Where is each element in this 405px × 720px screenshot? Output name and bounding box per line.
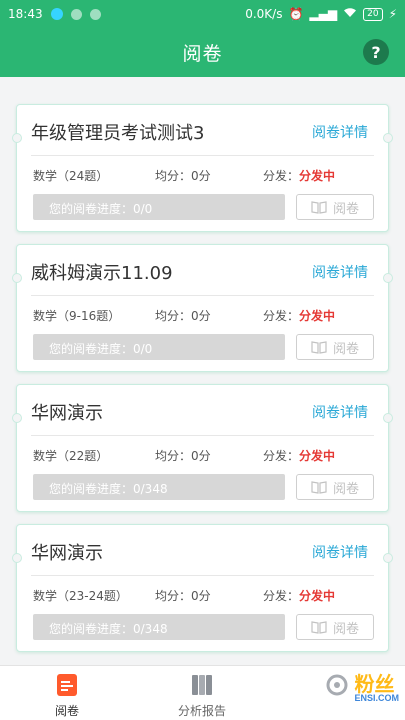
card-divider <box>31 295 374 296</box>
exam-title: 年级管理员考试测试3 <box>31 123 205 144</box>
notification-icon <box>70 8 82 20</box>
status-time: 18:43 <box>8 7 43 21</box>
wifi-icon <box>343 7 357 21</box>
exam-title: 华网演示 <box>31 403 103 424</box>
exam-subject: 数学（22题） <box>33 449 109 463</box>
review-progress-bar: 您的阅卷进度：0/348 <box>33 474 285 500</box>
card-divider <box>31 155 374 156</box>
notification-icon-2 <box>89 8 101 20</box>
exam-card: 威科姆演示11.09 阅卷详情 数学（9-16题） 均分：0分 分发：分发中 您… <box>12 244 393 372</box>
nav-label-review: 阅卷 <box>54 704 79 718</box>
battery-icon: 20 <box>363 7 383 21</box>
review-button-label: 阅卷 <box>332 621 359 637</box>
distribute-label: 分发： <box>263 309 300 323</box>
review-progress-text: 您的阅卷进度：0/348 <box>49 482 168 496</box>
distribute-state: 分发中 <box>299 589 336 603</box>
exam-detail-link[interactable]: 阅卷详情 <box>312 542 368 562</box>
review-button-label: 阅卷 <box>332 341 359 357</box>
exam-card: 华网演示 阅卷详情 数学（23-24题） 均分：0分 分发：分发中 您的阅卷进度… <box>12 524 393 652</box>
review-button-label: 阅卷 <box>332 481 359 497</box>
charging-icon: ⚡ <box>388 7 397 21</box>
exam-title: 华网演示 <box>31 543 103 564</box>
card-divider <box>31 575 374 576</box>
bottom-nav: 阅卷 分析报告 <box>0 665 405 720</box>
review-icon <box>22 670 112 700</box>
watermark-logo: 粉丝 ENSI.COM <box>354 668 399 703</box>
exam-detail-link[interactable]: 阅卷详情 <box>312 262 368 282</box>
distribute-label: 分发： <box>263 449 300 463</box>
book-icon <box>311 481 327 494</box>
exam-average: 均分：0分 <box>155 589 211 603</box>
exam-card: 年级管理员考试测试3 阅卷详情 数学（24题） 均分：0分 分发：分发中 您的阅… <box>12 104 393 232</box>
exam-card: 华网演示 阅卷详情 数学（22题） 均分：0分 分发：分发中 您的阅卷进度：0/… <box>12 384 393 512</box>
exam-distribute: 分发：分发中 <box>263 307 335 324</box>
review-button[interactable]: 阅卷 <box>296 614 374 640</box>
qq-notification-icon <box>50 8 63 20</box>
review-button-label: 阅卷 <box>332 201 359 217</box>
distribute-state: 分发中 <box>299 309 336 323</box>
distribute-label: 分发： <box>263 589 300 603</box>
status-left: 18:43 <box>8 7 101 21</box>
distribute-state: 分发中 <box>299 449 336 463</box>
nav-item-report[interactable]: 分析报告 <box>157 670 247 719</box>
watermark-sub: ENSI.COM <box>354 693 399 703</box>
exam-list[interactable]: 年级管理员考试测试3 阅卷详情 数学（24题） 均分：0分 分发：分发中 您的阅… <box>0 77 405 665</box>
exam-subject: 数学（24题） <box>33 169 109 183</box>
review-progress-bar: 您的阅卷进度：0/0 <box>33 194 285 220</box>
review-button[interactable]: 阅卷 <box>296 194 374 220</box>
book-icon <box>311 341 327 354</box>
exam-subject: 数学（9-16题） <box>33 309 121 323</box>
exam-subject: 数学（23-24题） <box>33 589 128 603</box>
nav-label-report: 分析报告 <box>177 704 226 718</box>
exam-distribute: 分发：分发中 <box>263 447 335 464</box>
exam-detail-link[interactable]: 阅卷详情 <box>312 122 368 142</box>
book-icon <box>311 201 327 214</box>
distribute-label: 分发： <box>263 169 300 183</box>
signal-icon: ▂▄▆ <box>309 7 338 21</box>
status-right: 0.0K/s ⏰ ▂▄▆ 20 ⚡ <box>245 7 397 21</box>
help-button[interactable]: ? <box>363 39 389 65</box>
review-progress-bar: 您的阅卷进度：0/0 <box>33 334 285 360</box>
review-progress-text: 您的阅卷进度：0/0 <box>49 202 153 216</box>
page-title: 阅卷 <box>182 43 223 65</box>
exam-average: 均分：0分 <box>155 169 211 183</box>
exam-average: 均分：0分 <box>155 449 211 463</box>
distribute-state: 分发中 <box>299 169 336 183</box>
report-icon <box>157 670 247 700</box>
nav-item-review[interactable]: 阅卷 <box>22 670 112 719</box>
exam-distribute: 分发：分发中 <box>263 167 335 184</box>
review-button[interactable]: 阅卷 <box>296 334 374 360</box>
exam-detail-link[interactable]: 阅卷详情 <box>312 402 368 422</box>
exam-title: 威科姆演示11.09 <box>31 263 173 284</box>
alarm-icon: ⏰ <box>288 7 304 21</box>
review-button[interactable]: 阅卷 <box>296 474 374 500</box>
card-divider <box>31 435 374 436</box>
review-progress-text: 您的阅卷进度：0/348 <box>49 622 168 636</box>
review-progress-bar: 您的阅卷进度：0/348 <box>33 614 285 640</box>
review-progress-text: 您的阅卷进度：0/0 <box>49 342 153 356</box>
network-speed: 0.0K/s <box>245 7 283 21</box>
status-bar: 18:43 0.0K/s ⏰ ▂▄▆ 20 ⚡ <box>0 0 405 28</box>
exam-average: 均分：0分 <box>155 309 211 323</box>
app-header: 阅卷 ? <box>0 28 405 77</box>
exam-distribute: 分发：分发中 <box>263 587 335 604</box>
book-icon <box>311 621 327 634</box>
